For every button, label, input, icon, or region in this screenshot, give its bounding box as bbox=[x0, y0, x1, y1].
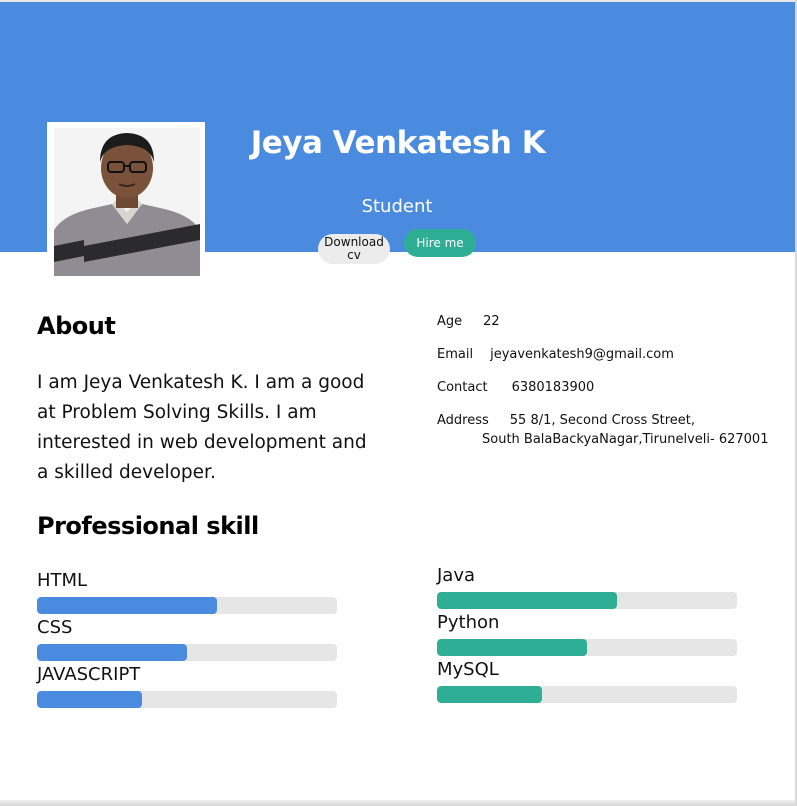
bottom-divider bbox=[0, 800, 797, 806]
contact-label: Contact bbox=[437, 380, 488, 395]
profile-name: Jeya Venkatesh K bbox=[250, 125, 546, 161]
profile-role: Student bbox=[361, 196, 433, 217]
skill-bar-javascript bbox=[37, 691, 337, 708]
profile-photo bbox=[54, 128, 200, 276]
person-avatar-icon bbox=[54, 128, 200, 276]
info-age: Age 22 bbox=[437, 314, 500, 329]
profile-photo-frame bbox=[47, 122, 205, 276]
email-value: jeyavenkatesh9@gmail.com bbox=[490, 347, 674, 362]
skill-bar-mysql bbox=[437, 686, 737, 703]
skill-name-javascript: JAVASCRIPT bbox=[37, 664, 141, 685]
contact-value: 6380183900 bbox=[511, 380, 595, 395]
skill-fill-python bbox=[437, 639, 587, 656]
about-heading: About bbox=[37, 312, 116, 340]
skill-bar-java bbox=[437, 592, 737, 609]
download-cv-button[interactable]: Download cv bbox=[318, 234, 390, 264]
age-value: 22 bbox=[483, 314, 500, 329]
skill-name-mysql: MySQL bbox=[437, 659, 499, 680]
skill-name-java: Java bbox=[437, 565, 476, 586]
about-text: I am Jeya Venkatesh K. I am a good at Pr… bbox=[37, 372, 367, 483]
skill-name-html: HTML bbox=[37, 570, 88, 591]
skills-heading: Professional skill bbox=[37, 512, 259, 540]
skill-name-python: Python bbox=[437, 612, 500, 633]
skill-bar-css bbox=[37, 644, 337, 661]
address-line2: South BalaBackyaNagar,Tirunelveli- 62700… bbox=[482, 432, 769, 447]
address-line1: 55 8/1, Second Cross Street, bbox=[509, 413, 696, 428]
age-label: Age bbox=[437, 314, 463, 329]
info-contact: Contact 6380183900 bbox=[437, 380, 594, 395]
info-address: Address 55 8/1, Second Cross Street, bbox=[437, 413, 695, 428]
skill-fill-mysql bbox=[437, 686, 542, 703]
resume-page: Jeya Venkatesh K Student Download cv Hir… bbox=[0, 0, 797, 806]
email-label: Email bbox=[437, 347, 474, 362]
skill-bar-html bbox=[37, 597, 337, 614]
skill-fill-java bbox=[437, 592, 617, 609]
skill-fill-javascript bbox=[37, 691, 142, 708]
skill-fill-css bbox=[37, 644, 187, 661]
info-email: Email jeyavenkatesh9@gmail.com bbox=[437, 347, 674, 362]
skill-fill-html bbox=[37, 597, 217, 614]
address-label: Address bbox=[437, 413, 489, 428]
hire-me-button[interactable]: Hire me bbox=[404, 229, 476, 257]
skill-bar-python bbox=[437, 639, 737, 656]
skill-name-css: CSS bbox=[37, 617, 73, 638]
